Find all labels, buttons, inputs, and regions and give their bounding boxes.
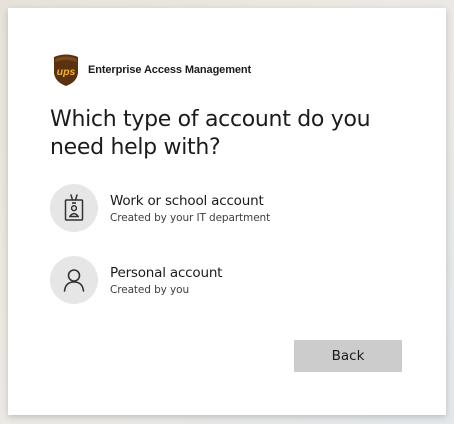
work-or-school-account-option[interactable]: Work or school account Created by your I…: [50, 183, 410, 233]
page-title: Which type of account do you need help w…: [50, 107, 371, 160]
personal-option-text: Personal account Created by you: [110, 264, 222, 297]
personal-option-title: Personal account: [110, 264, 223, 281]
personal-option-subtitle: Created by you: [110, 283, 190, 296]
brand-header: ups Enterprise Access Management: [52, 53, 251, 87]
svg-text:ups: ups: [57, 66, 76, 78]
account-help-dialog: ups Enterprise Access Management Which t…: [8, 8, 446, 415]
ups-logo: ups: [54, 54, 78, 86]
person-icon: [50, 256, 98, 304]
brand-name: Enterprise Access Management: [88, 64, 252, 76]
work-option-subtitle: Created by your IT department: [110, 211, 271, 224]
badge-icon: [50, 184, 98, 232]
work-option-title: Work or school account: [110, 192, 264, 209]
back-button[interactable]: Back: [294, 340, 402, 372]
personal-account-option[interactable]: Personal account Created by you: [50, 255, 410, 305]
work-option-text: Work or school account Created by your I…: [110, 192, 270, 225]
